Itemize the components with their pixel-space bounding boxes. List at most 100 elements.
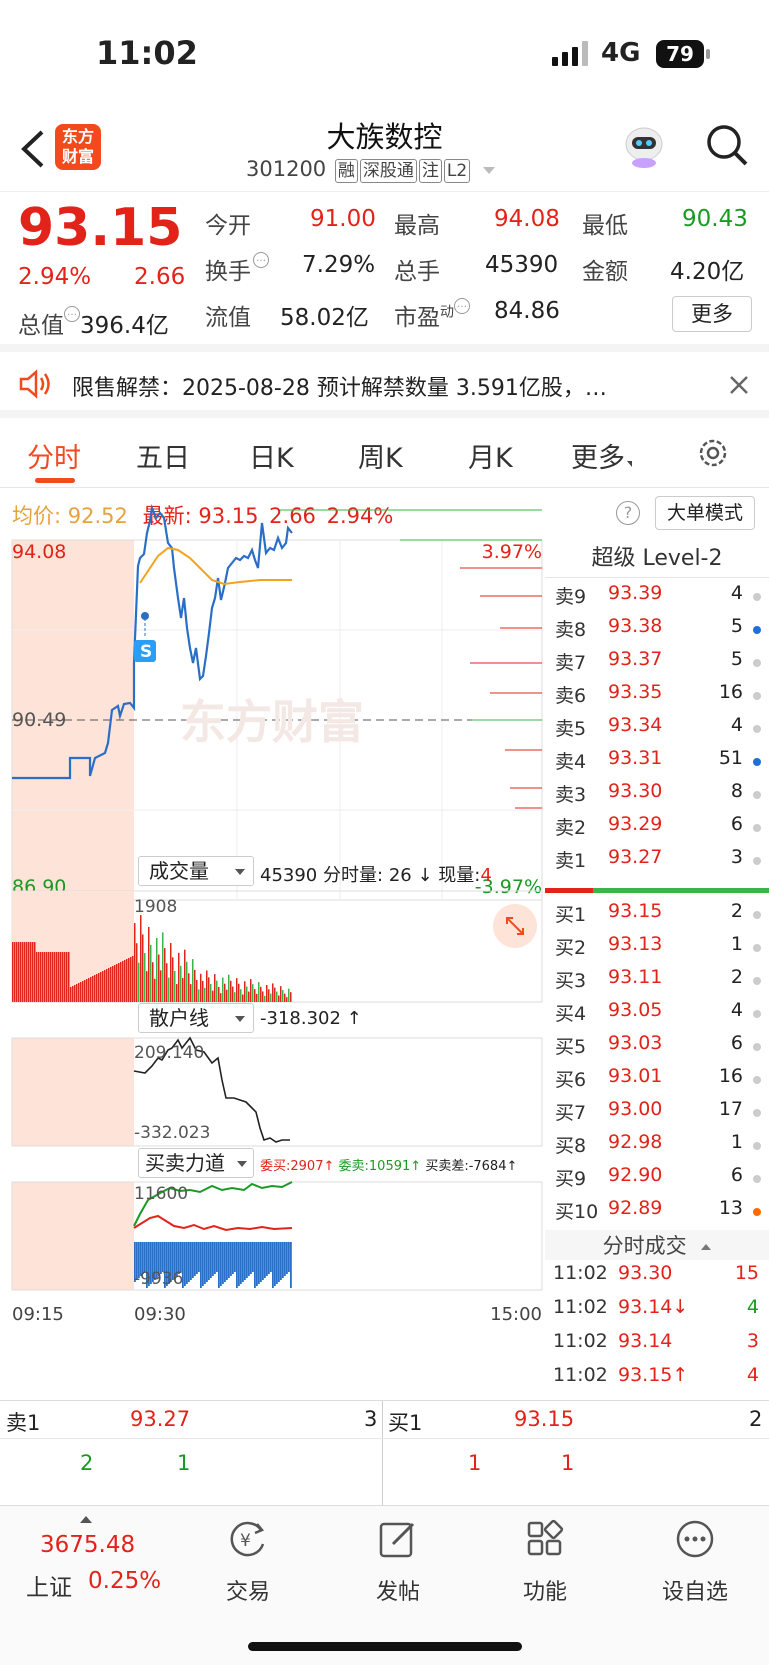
bid-row[interactable]: 买2 93.13 1: [545, 933, 769, 966]
volume-bar: [62, 952, 64, 1002]
ask-row[interactable]: 卖9 93.39 4: [545, 582, 769, 615]
ask-row[interactable]: 卖8 93.38 5: [545, 615, 769, 648]
tab-daily-k[interactable]: 日K: [249, 436, 294, 475]
bid-level: 买1: [555, 904, 587, 926]
info-icon[interactable]: …: [253, 252, 269, 268]
ask-volume: 3: [730, 846, 743, 868]
volume-bar: [262, 991, 264, 1002]
help-icon[interactable]: ?: [616, 501, 640, 525]
volume-bar: [168, 977, 170, 1002]
volume-bar: [214, 974, 216, 1002]
volume-bar: [176, 984, 178, 1002]
info-icon[interactable]: …: [454, 298, 470, 314]
tab-more[interactable]: 更多: [571, 436, 632, 475]
power-bar: [212, 1242, 214, 1276]
ask-row[interactable]: 卖3 93.30 8: [545, 780, 769, 813]
volume-bar: [94, 975, 96, 1002]
bid-row[interactable]: 买9 92.90 6: [545, 1164, 769, 1197]
volume-bar: [100, 972, 102, 1002]
ask-row[interactable]: 卖6 93.35 16: [545, 681, 769, 714]
trade-button[interactable]: ¥ 交易: [183, 1506, 313, 1626]
pct-max-label: 3.97%: [482, 541, 542, 563]
more-button[interactable]: 更多: [672, 296, 752, 332]
bid-row[interactable]: 买6 93.01 16: [545, 1065, 769, 1098]
dot-icon: [753, 1175, 761, 1183]
chart-tabs: 分时 五日 日K 周K 月K 更多: [0, 418, 769, 488]
ask-row[interactable]: 卖1 93.27 3: [545, 846, 769, 879]
retail-indicator-select[interactable]: 散户线: [138, 1003, 254, 1033]
y-mid-label: 90.49: [12, 709, 66, 731]
close-icon[interactable]: [728, 374, 750, 396]
volume-bar: [244, 981, 246, 1002]
ask-level: 卖2: [555, 817, 587, 839]
volume-indicator-select[interactable]: 成交量: [138, 856, 254, 886]
big-order-mode-button[interactable]: 大单模式: [655, 496, 755, 530]
ask-row[interactable]: 卖7 93.37 5: [545, 648, 769, 681]
expand-icon[interactable]: [493, 904, 537, 948]
volume-bar: [258, 982, 260, 1002]
tab-weekly-k[interactable]: 周K: [358, 436, 403, 475]
power-bar: [268, 1242, 270, 1274]
index-ticker[interactable]: 3675.48 上证 0.25%: [20, 1512, 170, 1622]
bid-row[interactable]: 买10 92.89 13: [545, 1197, 769, 1230]
volume-bar: [32, 942, 34, 1002]
volume-bar: [90, 977, 92, 1002]
ask-level: 卖4: [555, 751, 587, 773]
volume-bar: [14, 942, 16, 1002]
signal-icon: [552, 40, 590, 66]
more-dots-icon: [674, 1518, 716, 1560]
volume-bar: [272, 983, 274, 1002]
volume-bar: [134, 923, 136, 1002]
tick-row: 11:02 93.15↑ 4: [553, 1364, 759, 1386]
dot-icon: [753, 758, 761, 766]
last-price: 93.15: [18, 198, 183, 258]
bid-volume: 16: [718, 1065, 743, 1087]
power-bar: [272, 1242, 274, 1288]
info-icon[interactable]: …: [64, 306, 80, 322]
settings-gear-icon[interactable]: [696, 436, 730, 470]
bid-row[interactable]: 买1 93.15 2: [545, 900, 769, 933]
features-button[interactable]: 功能: [480, 1506, 610, 1626]
power-bar: [248, 1242, 250, 1276]
tick-list: 11:02 93.30 15 11:02 93.14↓ 4 11:02 93.14 3 11:02…: [545, 1262, 769, 1398]
volume-bar: [286, 997, 288, 1002]
ask-volume: 6: [730, 813, 743, 835]
power-indicator-select[interactable]: 买卖力道: [138, 1148, 254, 1178]
bid-row[interactable]: 买5 93.03 6: [545, 1032, 769, 1065]
add-watchlist-button[interactable]: 设自选: [630, 1506, 760, 1626]
dropdown-icon: [235, 1016, 245, 1022]
ticks-title[interactable]: 分时成交: [545, 1230, 769, 1260]
pe-value: 84.86: [494, 298, 560, 324]
tab-five-day[interactable]: 五日: [136, 436, 190, 475]
power-bar: [258, 1242, 260, 1284]
power-bar: [234, 1242, 236, 1272]
volume-bar: [232, 986, 234, 1002]
bid-row[interactable]: 买3 93.11 2: [545, 966, 769, 999]
volume-bar: [210, 984, 212, 1002]
ask-row[interactable]: 卖4 93.31 51: [545, 747, 769, 780]
bid-row[interactable]: 买4 93.05 4: [545, 999, 769, 1032]
volume-bar: [270, 993, 272, 1002]
ask-row[interactable]: 卖2 93.29 6: [545, 813, 769, 846]
volume-bar: [28, 942, 30, 1002]
post-button[interactable]: 发帖: [333, 1506, 463, 1626]
volume-bar: [78, 983, 80, 1002]
ask-row[interactable]: 卖5 93.34 4: [545, 714, 769, 747]
bid-row[interactable]: 买8 92.98 1: [545, 1131, 769, 1164]
volume-bar: [230, 980, 232, 1002]
home-indicator: [248, 1642, 522, 1651]
volume-bar: [40, 952, 42, 1002]
bid-price: 93.11: [608, 966, 663, 988]
power-bar: [282, 1242, 284, 1278]
dot-icon: [753, 1142, 761, 1150]
power-bar: [218, 1242, 220, 1288]
stock-code-row[interactable]: 301200 融深股通注 L2: [246, 156, 495, 184]
search-icon[interactable]: [704, 122, 750, 168]
notice-bar[interactable]: 限售解禁：2025-08-28 预计解禁数量 3.591亿股，…: [0, 352, 769, 418]
tab-monthly-k[interactable]: 月K: [468, 436, 513, 475]
robot-assistant-icon[interactable]: [620, 120, 668, 170]
intraday-chart[interactable]: 东方财富 S 94.08 90.49 86.90 3.97% -3.97% 19…: [0, 488, 545, 1400]
bid-row[interactable]: 买7 93.00 17: [545, 1098, 769, 1131]
volume-bar: [108, 968, 110, 1002]
tab-intraday[interactable]: 分时: [27, 436, 81, 475]
